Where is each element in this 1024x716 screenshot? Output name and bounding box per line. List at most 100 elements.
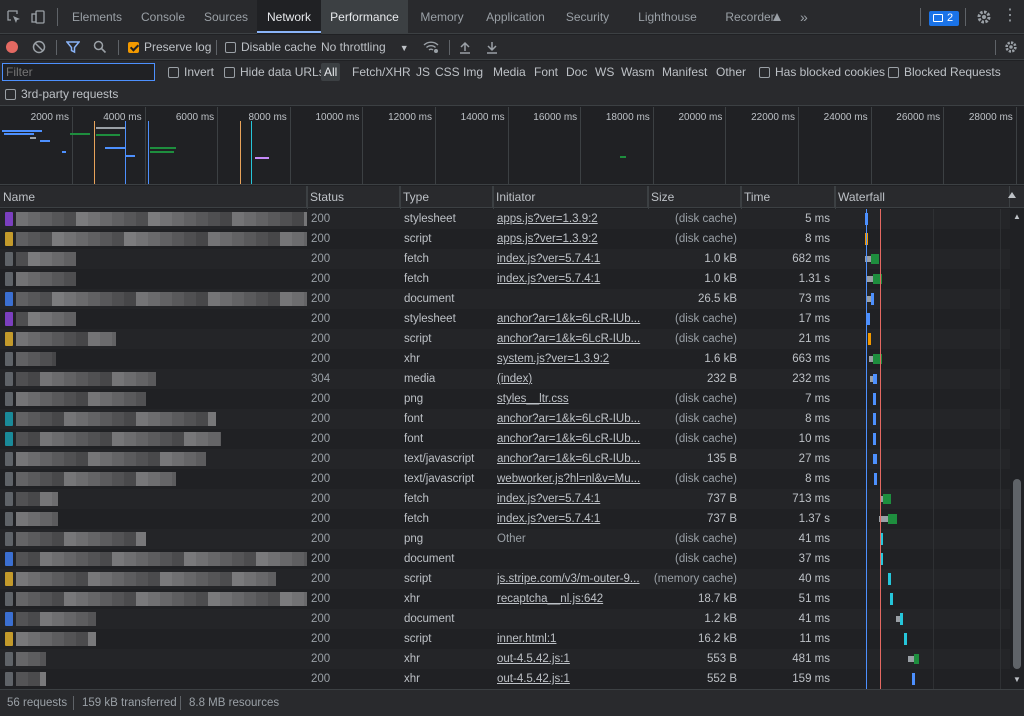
initiator-cell[interactable]: anchor?ar=1&k=6LcR-IUb...: [497, 329, 645, 349]
table-row[interactable]: 200 png Other (disk cache) 41 ms: [0, 529, 1010, 549]
column-header-time[interactable]: Time: [741, 186, 835, 208]
name-cell[interactable]: [0, 389, 307, 409]
scroll-up-arrow-icon[interactable]: ▲: [1013, 212, 1021, 221]
name-cell[interactable]: [0, 669, 307, 689]
import-har-icon[interactable]: [459, 40, 471, 54]
type-filter-ws[interactable]: WS: [595, 61, 614, 85]
record-icon[interactable]: [6, 41, 18, 53]
name-cell[interactable]: [0, 349, 307, 369]
export-har-icon[interactable]: [486, 40, 498, 54]
name-cell[interactable]: [0, 549, 307, 569]
initiator-cell[interactable]: apps.js?ver=1.3.9:2: [497, 209, 645, 229]
initiator-cell[interactable]: anchor?ar=1&k=6LcR-IUb...: [497, 449, 645, 469]
preserve-log-checkbox[interactable]: Preserve log: [128, 35, 211, 60]
type-filter-doc[interactable]: Doc: [566, 61, 587, 85]
name-cell[interactable]: [0, 269, 307, 289]
name-cell[interactable]: [0, 449, 307, 469]
initiator-cell[interactable]: (index): [497, 369, 645, 389]
name-cell[interactable]: [0, 229, 307, 249]
type-filter-media[interactable]: Media: [493, 61, 526, 85]
name-cell[interactable]: [0, 489, 307, 509]
column-header-initiator[interactable]: Initiator: [493, 186, 648, 208]
column-header-status[interactable]: Status: [307, 186, 400, 208]
issues-badge[interactable]: 2: [929, 11, 959, 26]
hide-data-urls-checkbox[interactable]: Hide data URLs: [224, 61, 325, 85]
table-row[interactable]: 200 fetch index.js?ver=5.7.4:1 1.0 kB 1.31 s: [0, 269, 1010, 289]
tab-network[interactable]: Network: [257, 0, 321, 34]
name-cell[interactable]: [0, 589, 307, 609]
name-cell[interactable]: [0, 249, 307, 269]
table-row[interactable]: 200 document (disk cache) 37 ms: [0, 549, 1010, 569]
type-filter-wasm[interactable]: Wasm: [621, 61, 655, 85]
name-cell[interactable]: [0, 629, 307, 649]
name-cell[interactable]: [0, 529, 307, 549]
name-cell[interactable]: [0, 429, 307, 449]
tab-security[interactable]: Security: [555, 0, 620, 34]
table-row[interactable]: 200 script inner.html:1 16.2 kB 11 ms: [0, 629, 1010, 649]
type-filter-all[interactable]: All: [321, 63, 341, 81]
has-blocked-cookies-checkbox[interactable]: Has blocked cookies: [759, 61, 885, 85]
table-row[interactable]: 200 script anchor?ar=1&k=6LcR-IUb... (disk …: [0, 329, 1010, 349]
name-cell[interactable]: [0, 369, 307, 389]
column-header-name[interactable]: Name: [0, 186, 307, 208]
initiator-cell[interactable]: webworker.js?hl=nl&v=Mu...: [497, 469, 645, 489]
tab-elements[interactable]: Elements: [63, 0, 131, 34]
table-row[interactable]: 200 xhr recaptcha__nl.js:642 18.7 kB 51 ms: [0, 589, 1010, 609]
initiator-cell[interactable]: system.js?ver=1.3.9:2: [497, 349, 645, 369]
clear-icon[interactable]: [32, 40, 46, 54]
name-cell[interactable]: [0, 609, 307, 629]
scroll-down-arrow-icon[interactable]: ▼: [1013, 675, 1021, 684]
initiator-cell[interactable]: anchor?ar=1&k=6LcR-IUb...: [497, 429, 645, 449]
kebab-menu-icon[interactable]: ⋮: [1002, 8, 1018, 25]
name-cell[interactable]: [0, 329, 307, 349]
table-row[interactable]: 200 text/javascript anchor?ar=1&k=6LcR-IUb…: [0, 449, 1010, 469]
table-row[interactable]: 200 document 26.5 kB 73 ms: [0, 289, 1010, 309]
table-row[interactable]: 200 fetch index.js?ver=5.7.4:1 1.0 kB 682 ms: [0, 249, 1010, 269]
name-cell[interactable]: [0, 289, 307, 309]
initiator-cell[interactable]: inner.html:1: [497, 629, 645, 649]
inspect-element-icon[interactable]: [6, 9, 22, 25]
initiator-cell[interactable]: apps.js?ver=1.3.9:2: [497, 229, 645, 249]
tab-performance[interactable]: Performance: [321, 0, 408, 34]
name-cell[interactable]: [0, 469, 307, 489]
column-header-waterfall[interactable]: Waterfall: [835, 186, 1010, 208]
table-row[interactable]: 200 text/javascript webworker.js?hl=nl&v=M…: [0, 469, 1010, 489]
search-icon[interactable]: [93, 40, 107, 54]
table-row[interactable]: 200 script js.stripe.com/v3/m-outer-9... (m…: [0, 569, 1010, 589]
column-header-size[interactable]: Size: [648, 186, 741, 208]
initiator-cell[interactable]: index.js?ver=5.7.4:1: [497, 489, 645, 509]
initiator-cell[interactable]: recaptcha__nl.js:642: [497, 589, 645, 609]
type-filter-css[interactable]: CSS: [435, 61, 460, 85]
more-tabs-icon[interactable]: »: [800, 9, 816, 25]
sort-ascending-icon[interactable]: [1008, 192, 1016, 198]
network-overview-timeline[interactable]: 2000 ms 4000 ms 6000 ms 8000 ms 10000 ms 1200…: [0, 107, 1024, 185]
table-row[interactable]: 200 fetch index.js?ver=5.7.4:1 737 B 713 ms: [0, 489, 1010, 509]
table-row[interactable]: 200 xhr out-4.5.42.js:1 552 B 159 ms: [0, 669, 1010, 689]
initiator-cell[interactable]: out-4.5.42.js:1: [497, 649, 645, 669]
table-row[interactable]: 200 font anchor?ar=1&k=6LcR-IUb... (disk ca…: [0, 429, 1010, 449]
third-party-requests-checkbox[interactable]: 3rd-party requests: [5, 85, 118, 105]
network-conditions-wifi-icon[interactable]: [423, 40, 439, 54]
type-filter-fetch-xhr[interactable]: Fetch/XHR: [352, 61, 411, 85]
scrollbar-thumb[interactable]: [1013, 479, 1021, 669]
initiator-cell[interactable]: index.js?ver=5.7.4:1: [497, 249, 645, 269]
table-row[interactable]: 200 xhr system.js?ver=1.3.9:2 1.6 kB 663 ms: [0, 349, 1010, 369]
table-row[interactable]: 200 stylesheet anchor?ar=1&k=6LcR-IUb... (d…: [0, 309, 1010, 329]
device-toolbar-icon[interactable]: [30, 9, 46, 25]
table-row[interactable]: 200 stylesheet apps.js?ver=1.3.9:2 (disk ca…: [0, 209, 1010, 229]
initiator-cell[interactable]: anchor?ar=1&k=6LcR-IUb...: [497, 409, 645, 429]
type-filter-other[interactable]: Other: [716, 61, 746, 85]
table-row[interactable]: 200 script apps.js?ver=1.3.9:2 (disk cache)…: [0, 229, 1010, 249]
column-header-type[interactable]: Type: [400, 186, 493, 208]
name-cell[interactable]: [0, 309, 307, 329]
filter-input[interactable]: [2, 63, 155, 81]
type-filter-manifest[interactable]: Manifest: [662, 61, 707, 85]
tab-console[interactable]: Console: [131, 0, 195, 34]
network-settings-gear-icon[interactable]: [1004, 40, 1018, 54]
settings-gear-icon[interactable]: [976, 9, 992, 25]
invert-checkbox[interactable]: Invert: [168, 61, 214, 85]
throttling-select[interactable]: No throttling ▼: [321, 35, 409, 60]
tab-sources[interactable]: Sources: [195, 0, 257, 34]
name-cell[interactable]: [0, 209, 307, 229]
tab-memory[interactable]: Memory: [408, 0, 476, 34]
